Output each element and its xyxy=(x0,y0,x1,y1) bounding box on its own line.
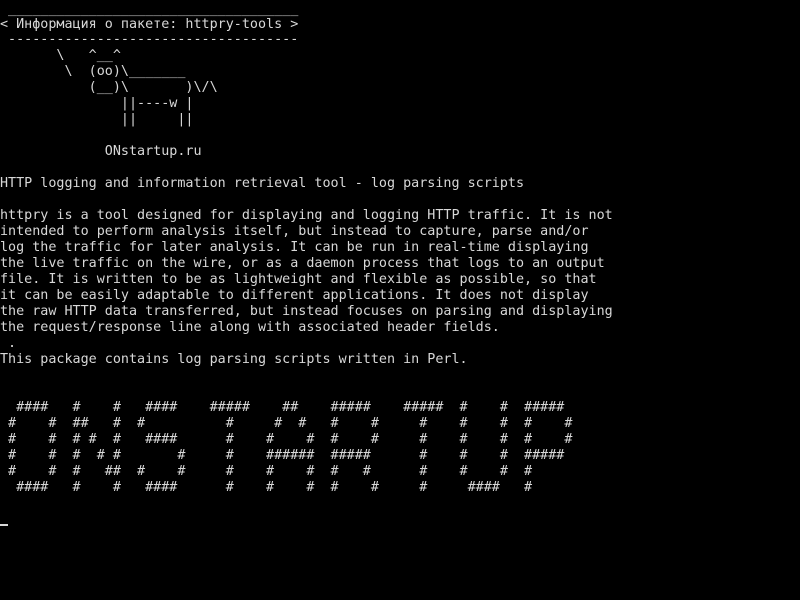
cowsay-speech-bubble: < Информация о пакете: httpry-tools > xyxy=(0,17,299,32)
ascii-banner-line: #### # # #### ##### ## ##### ##### # # #… xyxy=(0,400,565,415)
ascii-banner-line: # # # # # #### # # # # # # # # # # xyxy=(0,432,573,447)
cow-art-line: (__)\ )\/\ xyxy=(0,80,218,95)
description-line: httpry is a tool designed for displaying… xyxy=(0,208,613,223)
ascii-banner-line: #### # # #### # # # # # # #### # xyxy=(0,480,533,495)
description-line: it can be easily adaptable to different … xyxy=(0,288,589,303)
cowsay-top-border: ____________________________________ xyxy=(0,2,299,17)
terminal-cursor[interactable] xyxy=(0,524,8,526)
terminal-console: ____________________________________ < И… xyxy=(0,0,800,600)
description-line: log the traffic for later analysis. It c… xyxy=(0,240,589,255)
cowsay-bottom-border: ------------------------------------ xyxy=(0,32,299,47)
cow-art-line: || || xyxy=(0,112,194,127)
description-line: file. It is written to be as lightweight… xyxy=(0,272,597,287)
description-line: the live traffic on the wire, or as a da… xyxy=(0,256,605,271)
cow-art-line: \ ^__^ xyxy=(0,48,121,63)
description-line: the request/response line along with ass… xyxy=(0,320,500,335)
cow-art-line: ||----w | xyxy=(0,96,194,111)
cow-art-line: \ (oo)\_______ xyxy=(0,64,186,79)
description-line: intended to perform analysis itself, but… xyxy=(0,224,589,239)
ascii-banner-line: # # # # # # # ###### ##### # # # ##### xyxy=(0,448,565,463)
ascii-banner-line: # # ## # # # # # # # # # # # # xyxy=(0,416,573,431)
site-name: ONstartup.ru xyxy=(0,144,202,159)
ascii-banner-line: # # # ## # # # # # # # # # # # xyxy=(0,464,533,479)
package-summary: HTTP logging and information retrieval t… xyxy=(0,176,525,191)
description-line: This package contains log parsing script… xyxy=(0,352,468,367)
description-line: . xyxy=(0,336,17,351)
description-line: the raw HTTP data transferred, but inste… xyxy=(0,304,613,319)
